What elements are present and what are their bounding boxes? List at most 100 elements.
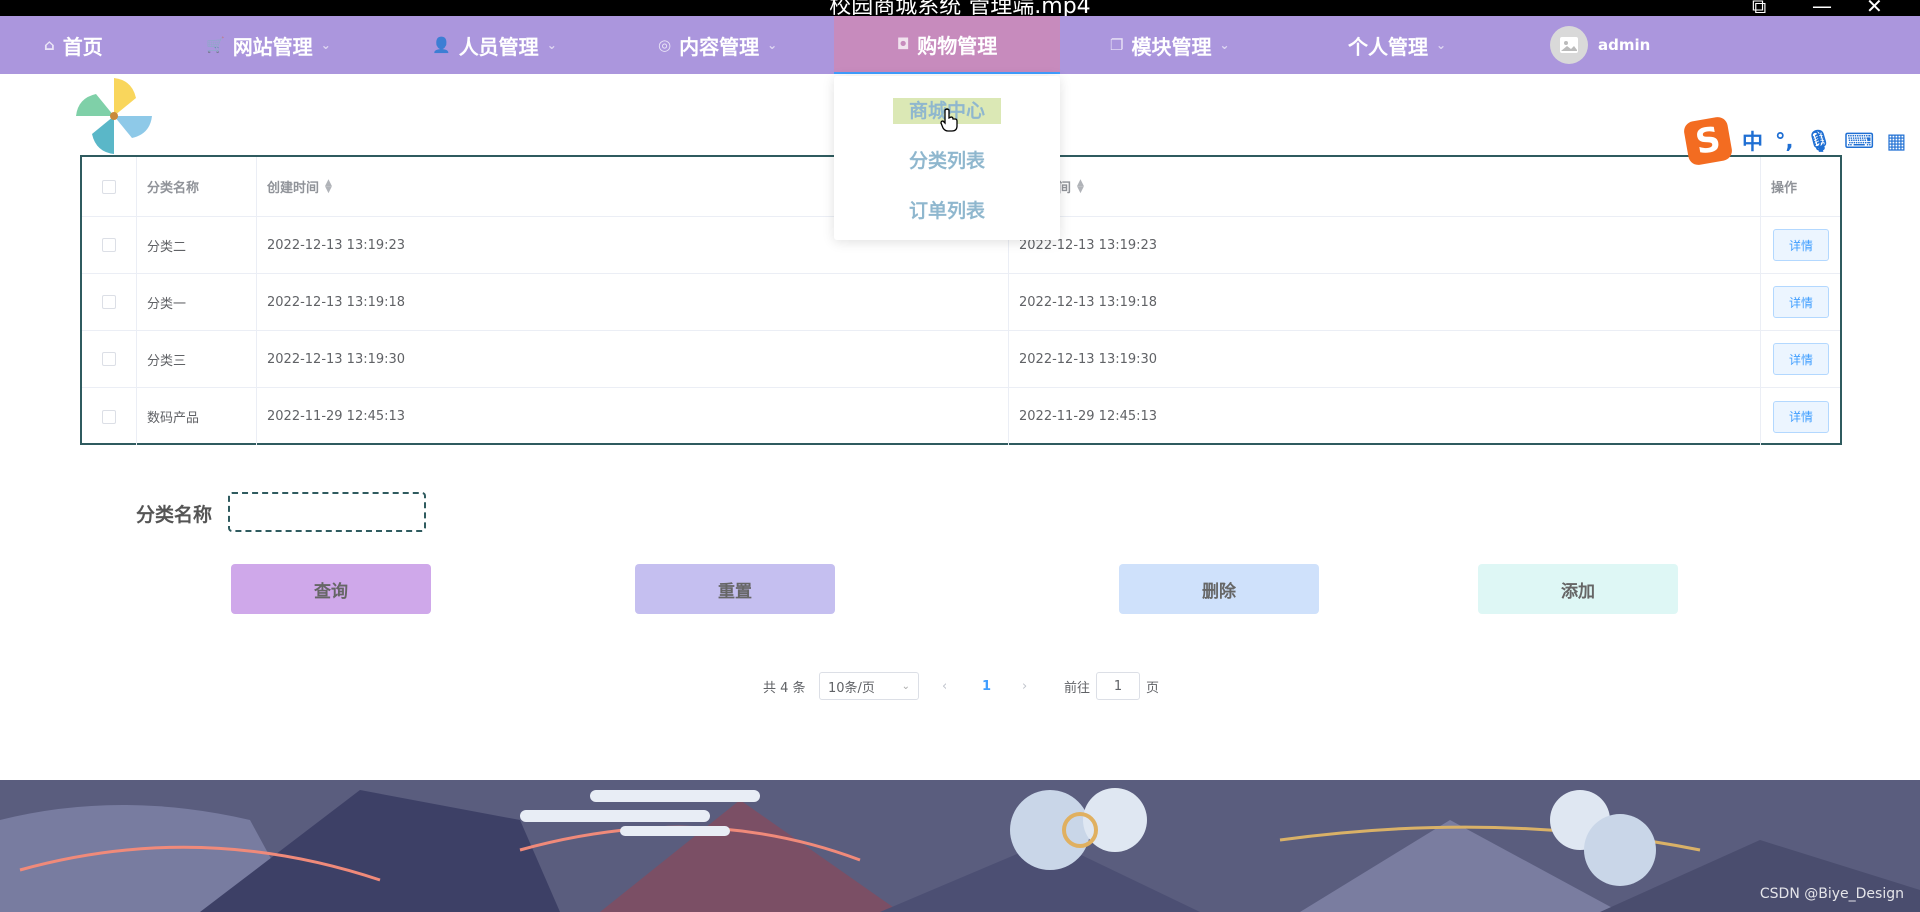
checkbox-cell (82, 331, 137, 387)
checkbox-cell (82, 388, 137, 445)
checkbox-cell (82, 274, 137, 330)
pagination: 共 4 条 10条/页 ⌄ ‹ 1 › 前往 1 页 (0, 672, 1920, 702)
nav-label: 购物管理 (917, 33, 998, 58)
row-checkbox[interactable] (102, 295, 116, 309)
query-button[interactable]: 查询 (231, 564, 431, 614)
prev-page-icon[interactable]: ‹ (942, 672, 947, 700)
nav-item-shopping[interactable]: ◘ 购物管理 (834, 16, 1060, 74)
nav-item-content[interactable]: ◎ 内容管理 ⌄ (658, 16, 777, 74)
copy-icon: ❐ (1110, 36, 1124, 54)
chevron-down-icon: ⌄ (320, 38, 331, 52)
microphone-icon[interactable]: 🎙 (1805, 129, 1832, 154)
cell-name: 数码产品 (137, 388, 257, 445)
page-size-value: 10条/页 (828, 680, 875, 696)
goto-suffix: 页 (1146, 680, 1160, 696)
detail-button[interactable]: 详情 (1773, 343, 1829, 375)
bag-icon: ◘ (896, 35, 910, 53)
cell-updated: 2022-12-13 13:19:18 (1009, 274, 1761, 330)
header-checkbox-cell (82, 157, 137, 216)
nav-item-personal[interactable]: 个人管理 ⌄ (1348, 16, 1446, 74)
decorative-banner: CSDN @Biye_Design (0, 780, 1920, 912)
goto-page-value: 1 (1113, 678, 1123, 694)
nav-item-site[interactable]: 🛒 网站管理 ⌄ (206, 16, 331, 74)
cell-updated: 2022-12-13 13:19:23 (1009, 217, 1761, 273)
reset-button[interactable]: 重置 (635, 564, 835, 614)
pinwheel-logo (76, 78, 152, 154)
cell-action: 详情 (1761, 388, 1840, 445)
nav-label: 个人管理 (1348, 34, 1428, 59)
nav-item-module[interactable]: ❐ 模块管理 ⌄ (1110, 16, 1230, 74)
grid-icon[interactable]: ▦ (1886, 129, 1906, 153)
header-updated[interactable]: 更新时间 ▲▼ (1009, 157, 1761, 216)
ime-mode[interactable]: 中 (1742, 126, 1763, 156)
menu-item-category-list[interactable]: 分类列表 (834, 146, 1060, 173)
total-count: 共 4 条 (763, 680, 806, 696)
punctuation-icon[interactable]: °, (1775, 129, 1793, 153)
row-checkbox[interactable] (102, 352, 116, 366)
add-button[interactable]: 添加 (1478, 564, 1678, 614)
cell-name: 分类三 (137, 331, 257, 387)
chat-icon: ◎ (658, 36, 672, 54)
detail-button[interactable]: 详情 (1773, 229, 1829, 261)
close-window-icon[interactable]: ✕ (1866, 0, 1883, 16)
page-size-select[interactable]: 10条/页 ⌄ (819, 672, 919, 700)
menu-item-label: 分类列表 (908, 150, 985, 172)
top-nav: ⌂ 首页 🛒 网站管理 ⌄ 👤 人员管理 ⌄ ◎ 内容管理 ⌄ ◘ 购物管理 ❐… (0, 16, 1920, 74)
nav-label: 网站管理 (232, 34, 313, 59)
hand-cursor-icon (940, 108, 958, 132)
category-name-input[interactable] (228, 492, 426, 532)
keyboard-icon[interactable]: ⌨ (1844, 129, 1874, 153)
chevron-down-icon: ⌄ (901, 680, 910, 692)
chevron-down-icon: ⌄ (546, 38, 557, 52)
row-checkbox[interactable] (102, 238, 116, 252)
nav-item-people[interactable]: 👤 人员管理 ⌄ (432, 16, 557, 74)
avatar (1550, 26, 1588, 64)
cell-action: 详情 (1761, 274, 1840, 330)
header-created-label: 创建时间 (267, 181, 320, 196)
cart-icon: 🛒 (206, 36, 225, 54)
chevron-down-icon: ⌄ (1219, 38, 1230, 52)
nav-item-home[interactable]: ⌂ 首页 (44, 16, 103, 74)
checkbox-cell (82, 217, 137, 273)
search-label: 分类名称 (136, 504, 213, 526)
delete-button[interactable]: 删除 (1119, 564, 1319, 614)
cell-created: 2022-11-29 12:45:13 (257, 388, 1009, 445)
watermark: CSDN @Biye_Design (1759, 886, 1904, 902)
sogou-logo[interactable]: S (1682, 115, 1734, 167)
video-titlebar: 校园商城系统 管理端.mp4 ⧉ — ✕ (0, 0, 1920, 16)
select-all-checkbox[interactable] (102, 179, 116, 194)
chevron-down-icon: ⌄ (1436, 38, 1447, 52)
cell-created: 2022-12-13 13:19:30 (257, 331, 1009, 387)
restore-window-icon[interactable]: ⧉ (1752, 0, 1766, 16)
cell-name: 分类二 (137, 217, 257, 273)
page-number-current[interactable]: 1 (982, 672, 991, 700)
nav-label: 人员管理 (458, 34, 539, 59)
table-row: 分类三 2022-12-13 13:19:30 2022-12-13 13:19:3… (82, 331, 1840, 388)
nav-label: 内容管理 (679, 34, 760, 59)
minimize-window-icon[interactable]: — (1812, 0, 1832, 16)
cell-updated: 2022-12-13 13:19:30 (1009, 331, 1761, 387)
home-icon: ⌂ (44, 36, 55, 54)
menu-item-order-list[interactable]: 订单列表 (834, 196, 1060, 223)
ime-toolbar: S 中 °, 🎙 ⌨ ▦ (1682, 115, 1920, 167)
header-action: 操作 (1771, 181, 1798, 196)
sort-icon[interactable]: ▲ ▼ (1077, 178, 1084, 194)
menu-item-label: 订单列表 (908, 200, 985, 222)
goto-prefix: 前往 (1064, 680, 1091, 696)
goto-page-input[interactable]: 1 (1096, 672, 1140, 700)
detail-button[interactable]: 详情 (1773, 286, 1829, 318)
cell-name: 分类一 (137, 274, 257, 330)
table-row: 数码产品 2022-11-29 12:45:13 2022-11-29 12:45:… (82, 388, 1840, 445)
user-menu[interactable]: admin (1550, 16, 1650, 74)
table-row: 分类一 2022-12-13 13:19:18 2022-12-13 13:19:1… (82, 274, 1840, 331)
shopping-dropdown-menu: 商城中心 分类列表 订单列表 (834, 76, 1060, 240)
nav-label: 模块管理 (1131, 34, 1212, 59)
row-checkbox[interactable] (102, 409, 116, 424)
sort-icon[interactable]: ▲ ▼ (325, 178, 332, 194)
nav-label: 首页 (62, 34, 103, 59)
next-page-icon[interactable]: › (1022, 672, 1027, 700)
detail-button[interactable]: 详情 (1773, 400, 1829, 433)
mountain-cloud-illustration (0, 780, 1920, 912)
cell-created: 2022-12-13 13:19:18 (257, 274, 1009, 330)
cell-action: 详情 (1761, 331, 1840, 387)
